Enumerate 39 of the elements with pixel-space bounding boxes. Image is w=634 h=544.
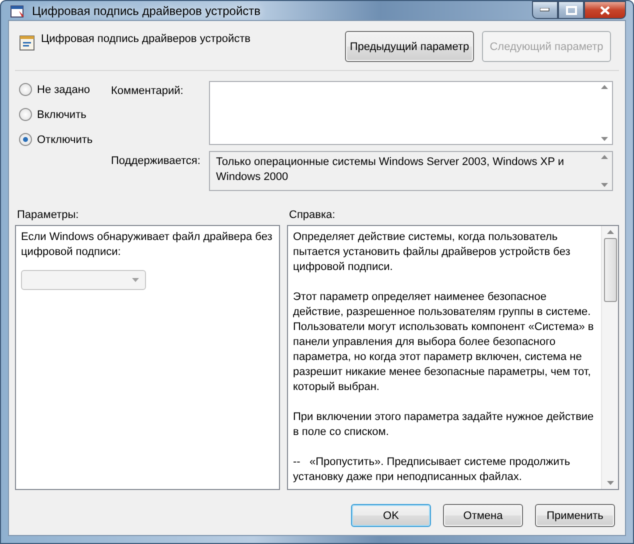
- scroll-thumb[interactable]: [604, 238, 616, 302]
- scroll-down-icon[interactable]: [600, 183, 608, 187]
- radio-button[interactable]: [19, 108, 32, 121]
- scroll-up-icon[interactable]: [606, 230, 614, 234]
- radio-label[interactable]: Не задано: [37, 84, 90, 96]
- scroll-down-icon[interactable]: [600, 137, 608, 141]
- help-paragraph: Этот параметр определяет наименее безопасное действие, разрешенное пользователям группы в системе. Пользователи могут использовать компонент «Система» в панели управления для выбора более безопасного параметра, но когда этот параметр включен, система не разрешит никакие менее безопасные параметры, чем тот, который выбран.: [293, 290, 595, 395]
- dropdown-arrow-icon: [132, 278, 139, 282]
- help-paragraph: Определяет действие системы, когда пользователь пытается установить файлы драйверов устройств без цифровой подписи.: [293, 230, 572, 275]
- maximize-icon: [566, 6, 576, 14]
- minimize-button[interactable]: [532, 1, 558, 19]
- ok-button[interactable]: OK: [351, 504, 431, 527]
- radio-label[interactable]: Отключить: [37, 134, 93, 146]
- policy-icon: [19, 35, 35, 51]
- policy-icon: [10, 2, 26, 18]
- maximize-button[interactable]: [558, 1, 584, 19]
- window-title: Цифровая подпись драйверов устройств: [32, 4, 262, 18]
- radio-button[interactable]: [19, 133, 32, 146]
- radio-label[interactable]: Включить: [37, 108, 86, 120]
- option-description: Если Windows обнаруживает файл драйвера без цифровой подписи:: [21, 230, 274, 260]
- scroll-down-icon[interactable]: [606, 481, 614, 485]
- scroll-up-icon[interactable]: [600, 85, 608, 89]
- comment-field[interactable]: [209, 81, 613, 145]
- supported-label: Поддерживается:: [111, 154, 202, 169]
- options-label: Параметры:: [17, 209, 80, 223]
- help-paragraph: -- «Пропустить». Предписывает системе продолжить установку даже при неподписанных файлах.: [293, 455, 572, 485]
- help-paragraph: При включении этого параметра задайте нужное действие в поле со списком.: [293, 410, 595, 440]
- policy-title: Цифровая подпись драйверов устройств: [41, 33, 252, 45]
- help-label: Справка:: [289, 209, 336, 223]
- apply-button[interactable]: Применить: [535, 504, 615, 527]
- comment-label: Комментарий:: [111, 84, 184, 99]
- close-button[interactable]: [584, 1, 626, 19]
- minimize-icon: [540, 8, 550, 12]
- cancel-button[interactable]: Отмена: [443, 504, 523, 527]
- radio-button[interactable]: [19, 83, 32, 96]
- supported-text: Только операционные системы Windows Server 2003, Windows XP и Windows 2000: [215, 155, 565, 185]
- previous-setting-button[interactable]: Предыдущий параметр: [345, 31, 474, 62]
- close-icon: [600, 6, 610, 14]
- scroll-up-icon[interactable]: [600, 155, 608, 159]
